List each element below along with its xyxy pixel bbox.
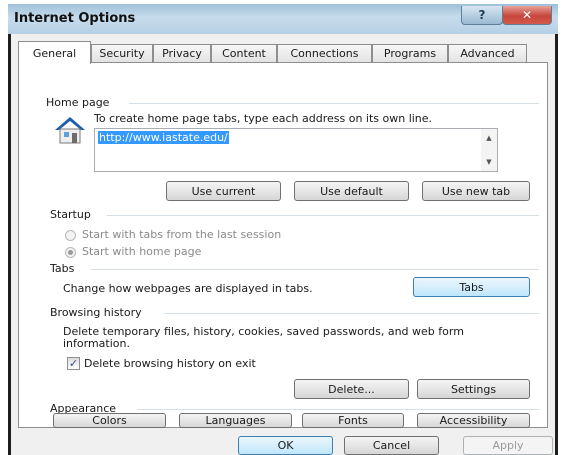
group-divider xyxy=(137,409,539,410)
fonts-button[interactable]: Fonts xyxy=(302,413,404,428)
scroll-up-icon[interactable]: ▲ xyxy=(481,131,497,145)
home-page-group-label: Home page xyxy=(46,96,114,109)
use-default-button[interactable]: Use default xyxy=(294,181,409,201)
browsing-history-group-label: Browsing history xyxy=(50,306,146,319)
button-label: Colors xyxy=(92,414,127,427)
button-label: Cancel xyxy=(372,439,411,452)
use-current-button[interactable]: Use current xyxy=(166,181,281,201)
help-button[interactable]: ? xyxy=(461,6,503,25)
close-button[interactable]: ✕ xyxy=(502,6,552,25)
button-label: OK xyxy=(277,439,294,452)
group-divider xyxy=(165,313,539,314)
general-tab-panel: Home page To create home page tabs, type… xyxy=(18,62,548,428)
group-divider xyxy=(129,103,539,104)
button-label: Use default xyxy=(320,184,383,198)
tab-label: Privacy xyxy=(162,47,202,60)
delete-history-on-exit-checkbox[interactable]: ✓ xyxy=(67,357,80,370)
tab-label: Connections xyxy=(290,47,359,60)
home-page-url-value: http://www.iastate.edu/ xyxy=(98,131,229,144)
tab-programs[interactable]: Programs xyxy=(372,44,448,62)
browsing-history-description: Delete temporary files, history, cookies… xyxy=(63,325,464,350)
group-divider xyxy=(91,269,539,270)
use-new-tab-button[interactable]: Use new tab xyxy=(422,181,530,201)
tabs-group-label: Tabs xyxy=(50,262,79,275)
button-label: Apply xyxy=(492,439,524,452)
startup-group-label: Startup xyxy=(50,208,95,221)
scroll-down-icon[interactable]: ▼ xyxy=(481,155,497,169)
button-label: Accessibility xyxy=(439,414,508,427)
button-label: Use current xyxy=(191,184,256,198)
button-label: Tabs xyxy=(459,280,484,294)
checkmark-icon: ✓ xyxy=(68,357,79,370)
tab-label: Content xyxy=(222,47,266,60)
tabs-description: Change how webpages are displayed in tab… xyxy=(63,282,313,295)
tab-content[interactable]: Content xyxy=(211,44,277,62)
url-scrollbar[interactable]: ▲ ▼ xyxy=(481,129,497,171)
delete-history-on-exit-label: Delete browsing history on exit xyxy=(84,357,256,370)
home-page-instructions: To create home page tabs, type each addr… xyxy=(94,112,433,125)
tab-label: General xyxy=(32,46,77,60)
title-bar[interactable]: Internet Options ? ✕ xyxy=(8,4,558,34)
tab-general[interactable]: General xyxy=(18,41,91,64)
startup-last-session-radio[interactable] xyxy=(65,230,76,241)
tab-connections[interactable]: Connections xyxy=(277,44,372,62)
button-label: Delete... xyxy=(328,382,375,396)
button-label: Fonts xyxy=(338,414,368,427)
house-icon xyxy=(53,115,87,145)
tabs-settings-button[interactable]: Tabs xyxy=(413,277,530,297)
ok-button[interactable]: OK xyxy=(238,436,333,455)
history-settings-button[interactable]: Settings xyxy=(417,379,530,399)
apply-button[interactable]: Apply xyxy=(463,436,553,455)
tab-label: Programs xyxy=(383,47,437,60)
internet-options-window: Internet Options ? ✕ General Security Pr… xyxy=(8,4,558,455)
button-label: Use new tab xyxy=(441,184,511,198)
tab-privacy[interactable]: Privacy xyxy=(153,44,211,62)
tab-security[interactable]: Security xyxy=(91,44,153,62)
close-icon: ✕ xyxy=(521,8,533,22)
dialog-body: General Security Privacy Content Connect… xyxy=(11,34,555,455)
startup-home-page-label: Start with home page xyxy=(82,245,202,258)
home-page-url-input[interactable]: http://www.iastate.edu/ ▲ ▼ xyxy=(94,128,498,172)
languages-button[interactable]: Languages xyxy=(179,413,292,428)
tab-advanced[interactable]: Advanced xyxy=(448,44,527,62)
button-label: Settings xyxy=(450,382,497,396)
tab-label: Security xyxy=(99,47,145,60)
colors-button[interactable]: Colors xyxy=(53,413,166,428)
dialog-button-row: OK Cancel Apply xyxy=(11,436,555,455)
cancel-button[interactable]: Cancel xyxy=(344,436,439,455)
tab-label: Advanced xyxy=(460,47,515,60)
accessibility-button[interactable]: Accessibility xyxy=(417,413,530,428)
group-divider xyxy=(107,215,539,216)
window-title: Internet Options xyxy=(14,11,136,26)
button-label: Languages xyxy=(205,414,266,427)
help-icon: ? xyxy=(478,8,486,22)
startup-home-page-radio[interactable] xyxy=(65,247,76,258)
delete-button[interactable]: Delete... xyxy=(294,379,409,399)
startup-last-session-label: Start with tabs from the last session xyxy=(82,228,282,241)
